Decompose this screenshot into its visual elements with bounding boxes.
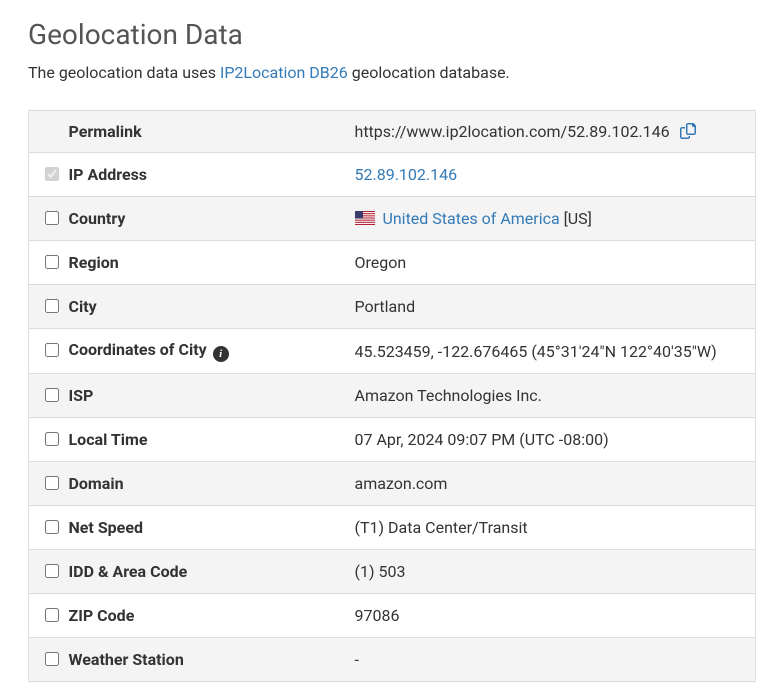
table-row: Domain amazon.com	[29, 462, 756, 506]
city-checkbox[interactable]	[45, 299, 59, 313]
table-row: ISP Amazon Technologies Inc.	[29, 374, 756, 418]
description-suffix: geolocation database.	[348, 63, 510, 82]
table-row: Permalink https://www.ip2location.com/52…	[29, 111, 756, 153]
coordinates-checkbox[interactable]	[45, 343, 59, 357]
ip-address-link[interactable]: 52.89.102.146	[355, 165, 458, 184]
net-speed-label: Net Speed	[65, 506, 345, 550]
table-row: City Portland	[29, 285, 756, 329]
table-row: Region Oregon	[29, 241, 756, 285]
country-code: [US]	[560, 209, 592, 228]
description: The geolocation data uses IP2Location DB…	[28, 63, 756, 82]
local-time-label: Local Time	[65, 418, 345, 462]
isp-label: ISP	[65, 374, 345, 418]
domain-checkbox[interactable]	[45, 476, 59, 490]
country-checkbox[interactable]	[45, 211, 59, 225]
zip-value: 97086	[345, 594, 756, 638]
table-row: Net Speed (T1) Data Center/Transit	[29, 506, 756, 550]
table-row: Country Unite	[29, 197, 756, 241]
country-label: Country	[65, 197, 345, 241]
table-row: ZIP Code 97086	[29, 594, 756, 638]
zip-label: ZIP Code	[65, 594, 345, 638]
net-speed-value: (T1) Data Center/Transit	[345, 506, 756, 550]
ip-address-checkbox	[45, 167, 59, 181]
copy-icon[interactable]	[680, 123, 696, 139]
region-label: Region	[65, 241, 345, 285]
page-title: Geolocation Data	[28, 18, 756, 51]
permalink-label: Permalink	[65, 111, 345, 153]
local-time-value: 07 Apr, 2024 09:07 PM (UTC -08:00)	[345, 418, 756, 462]
ip-address-label: IP Address	[65, 153, 345, 197]
net-speed-checkbox[interactable]	[45, 520, 59, 534]
table-row: IDD & Area Code (1) 503	[29, 550, 756, 594]
city-label: City	[65, 285, 345, 329]
idd-area-label: IDD & Area Code	[65, 550, 345, 594]
db-link[interactable]: IP2Location DB26	[220, 63, 348, 82]
isp-value: Amazon Technologies Inc.	[345, 374, 756, 418]
isp-checkbox[interactable]	[45, 388, 59, 402]
description-prefix: The geolocation data uses	[28, 63, 220, 82]
weather-label: Weather Station	[65, 638, 345, 682]
zip-checkbox[interactable]	[45, 608, 59, 622]
info-icon[interactable]: i	[213, 346, 229, 362]
idd-area-checkbox[interactable]	[45, 564, 59, 578]
us-flag-icon	[355, 210, 375, 224]
local-time-checkbox[interactable]	[45, 432, 59, 446]
table-row: Coordinates of City i 45.523459, -122.67…	[29, 329, 756, 374]
region-checkbox[interactable]	[45, 255, 59, 269]
city-value: Portland	[345, 285, 756, 329]
table-row: Local Time 07 Apr, 2024 09:07 PM (UTC -0…	[29, 418, 756, 462]
country-link[interactable]: United States of America	[382, 209, 559, 228]
table-row: IP Address 52.89.102.146	[29, 153, 756, 197]
region-value: Oregon	[345, 241, 756, 285]
domain-value: amazon.com	[345, 462, 756, 506]
coordinates-label: Coordinates of City	[69, 340, 207, 359]
geolocation-table: Permalink https://www.ip2location.com/52…	[28, 110, 756, 682]
weather-checkbox[interactable]	[45, 652, 59, 666]
table-row: Weather Station -	[29, 638, 756, 682]
permalink-value: https://www.ip2location.com/52.89.102.14…	[355, 122, 670, 141]
idd-area-value: (1) 503	[345, 550, 756, 594]
weather-value: -	[345, 638, 756, 682]
coordinates-value: 45.523459, -122.676465 (45°31'24"N 122°4…	[345, 329, 756, 374]
domain-label: Domain	[65, 462, 345, 506]
